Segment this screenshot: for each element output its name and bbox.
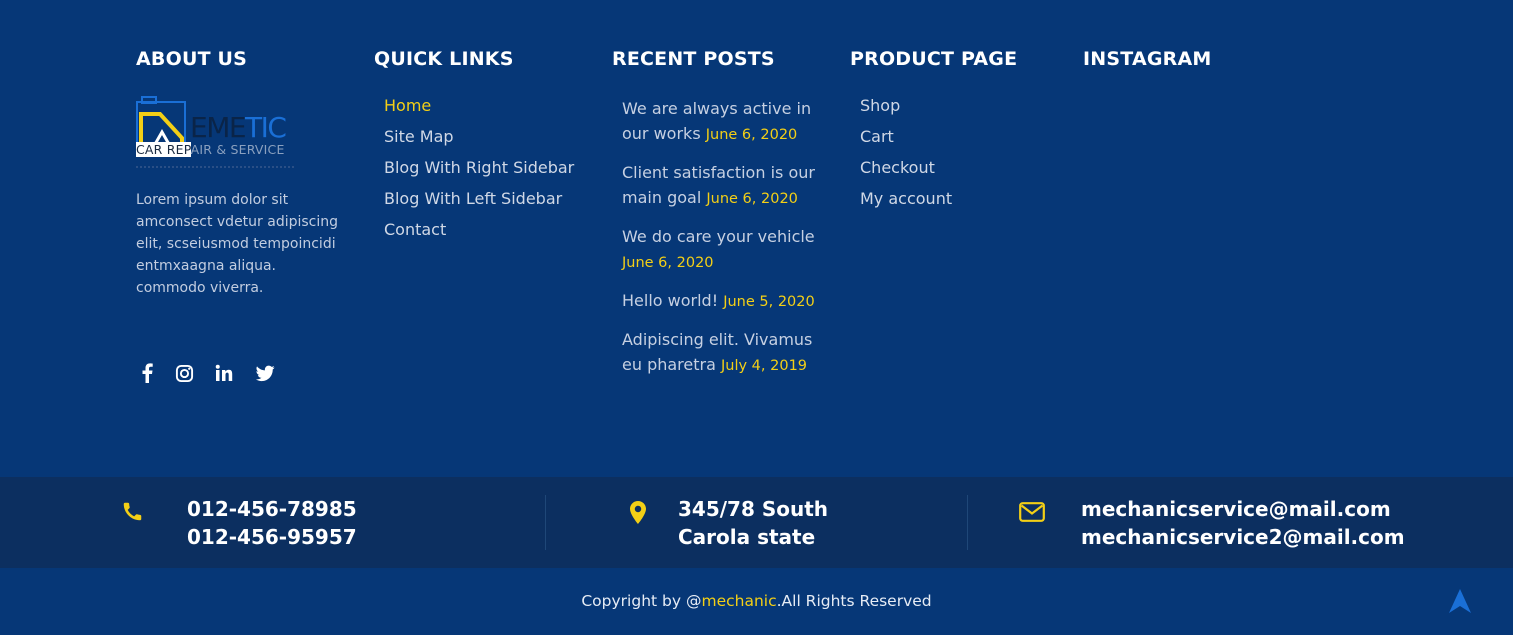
phone-number-2[interactable]: 012-456-95957 [187, 523, 357, 551]
copyright-suffix: .All Rights Reserved [776, 592, 932, 610]
logo-tagline-b: AIR & SERVICE [190, 142, 285, 157]
logo-wordmark: EMETIC [190, 111, 287, 144]
email-address-1[interactable]: mechanicservice@mail.com [1081, 495, 1405, 523]
logo-word-light: TIC [245, 111, 287, 144]
product-link-cart[interactable]: Cart [860, 126, 952, 157]
instagram-column: INSTAGRAM [1083, 48, 1293, 74]
footer-top: ABOUT US EMETIC CAR REPAIR & SERVICE Lor… [0, 0, 1513, 477]
about-text: Lorem ipsum dolor sit amconsect vdetur a… [136, 192, 339, 296]
logo-word-dark: EME [190, 111, 247, 144]
copyright-prefix: Copyright by @ [581, 592, 702, 610]
instagram-icon[interactable] [173, 362, 195, 384]
back-to-top-button[interactable] [1447, 587, 1473, 615]
logo-mark-icon [136, 96, 186, 148]
copyright-text: Copyright by @mechanic.All Rights Reserv… [0, 592, 1513, 610]
facebook-icon[interactable] [136, 362, 158, 384]
footer-bottom: Copyright by @mechanic.All Rights Reserv… [0, 568, 1513, 635]
recent-post-date: June 6, 2020 [622, 255, 714, 271]
quick-link-blog-right-sidebar[interactable]: Blog With Right Sidebar [384, 157, 574, 188]
product-link-shop[interactable]: Shop [860, 95, 952, 126]
quick-link-site-map[interactable]: Site Map [384, 126, 574, 157]
logo-divider [136, 166, 294, 169]
recent-post: Adipiscing elit. Vivamus eu pharetra Jul… [622, 327, 817, 379]
quick-links-heading: QUICK LINKS [374, 48, 514, 70]
arrow-up-icon [1449, 589, 1471, 613]
recent-post: We are always active in our works June 6… [622, 96, 817, 148]
quick-link-home[interactable]: Home [384, 95, 574, 126]
recent-post-date: June 6, 2020 [706, 191, 798, 207]
logo-tagline-a: CAR REP [136, 142, 191, 157]
about-heading: ABOUT US [136, 48, 248, 70]
logo-tagline: CAR REPAIR & SERVICE [136, 142, 285, 157]
about-column: ABOUT US EMETIC CAR REPAIR & SERVICE Lor… [136, 48, 346, 383]
phone-icon [120, 499, 144, 523]
quick-link-contact[interactable]: Contact [384, 219, 574, 250]
recent-posts-list: We are always active in our works June 6… [622, 96, 817, 391]
email-address-2[interactable]: mechanicservice2@mail.com [1081, 523, 1405, 551]
recent-post-title[interactable]: Hello world! [622, 291, 718, 310]
product-link-my-account[interactable]: My account [860, 188, 952, 219]
recent-post: Hello world! June 5, 2020 [622, 288, 817, 315]
recent-post: Client satisfaction is our main goal Jun… [622, 160, 817, 212]
phone-numbers: 012-456-78985 012-456-95957 [187, 495, 357, 551]
phone-number-1[interactable]: 012-456-78985 [187, 495, 357, 523]
product-page-column: PRODUCT PAGE Shop Cart Checkout My accou… [850, 48, 1060, 208]
linkedin-icon[interactable] [213, 362, 235, 384]
twitter-icon[interactable] [254, 362, 276, 384]
product-links-list: Shop Cart Checkout My account [860, 95, 952, 219]
product-link-checkout[interactable]: Checkout [860, 157, 952, 188]
address-line-1: 345/78 South [678, 497, 829, 521]
email-addresses: mechanicservice@mail.com mechanicservice… [1081, 495, 1405, 551]
instagram-heading: INSTAGRAM [1083, 48, 1212, 70]
recent-post-date: June 5, 2020 [723, 294, 815, 310]
recent-post-date: July 4, 2019 [721, 358, 808, 374]
contact-email: mechanicservice@mail.com mechanicservice… [968, 477, 1513, 568]
quick-links-list: Home Site Map Blog With Right Sidebar Bl… [384, 95, 574, 250]
product-page-heading: PRODUCT PAGE [850, 48, 1018, 70]
envelope-icon [1018, 501, 1046, 523]
recent-post-date: June 6, 2020 [705, 127, 798, 143]
map-pin-icon [628, 499, 648, 525]
recent-post-title[interactable]: We do care your vehicle [622, 227, 815, 246]
address-text: 345/78 South Carola state [678, 495, 828, 551]
site-logo[interactable]: EMETIC CAR REPAIR & SERVICE [136, 96, 296, 174]
address-line-2: Carola state [678, 525, 816, 549]
quick-links-column: QUICK LINKS Home Site Map Blog With Righ… [374, 48, 584, 239]
recent-post: We do care your vehicle June 6, 2020 [622, 224, 817, 276]
contact-phone: 012-456-78985 012-456-95957 [0, 477, 545, 568]
contact-address: 345/78 South Carola state [546, 477, 967, 568]
quick-link-blog-left-sidebar[interactable]: Blog With Left Sidebar [384, 188, 574, 219]
recent-posts-column: RECENT POSTS We are always active in our… [612, 48, 822, 374]
contact-bar: 012-456-78985 012-456-95957 345/78 South… [0, 477, 1513, 568]
recent-posts-heading: RECENT POSTS [612, 48, 775, 70]
copyright-link[interactable]: mechanic [701, 592, 776, 610]
